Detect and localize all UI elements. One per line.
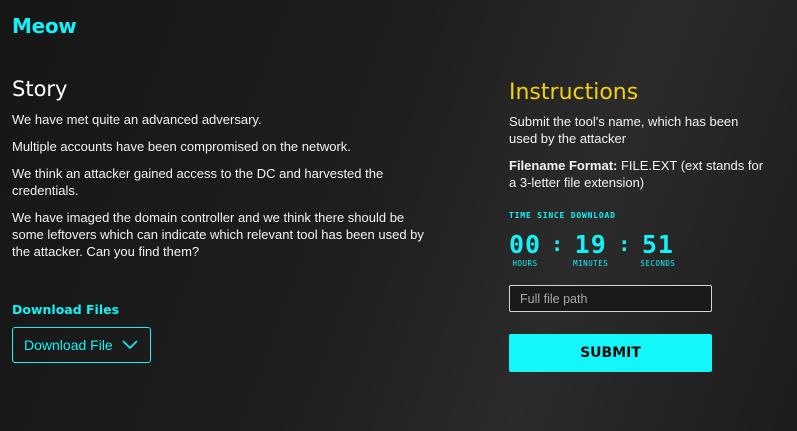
timer-separator: : [551,232,564,256]
timer-seconds: 51 Seconds [640,231,675,268]
timer-minutes: 19 Minutes [573,231,608,268]
submit-button[interactable]: SUBMIT [509,334,712,372]
app-title: Meow [12,14,77,38]
timer-separator: : [618,232,631,256]
download-files-label: Download Files [12,302,120,317]
timer-minutes-value: 19 [574,230,607,259]
instructions-section: Instructions Submit the tool's name, whi… [509,80,769,201]
timer-label: Time since download [509,211,616,220]
timer-seconds-value: 51 [641,230,674,259]
download-file-dropdown[interactable]: Download File [12,327,151,363]
filename-format: Filename Format: FILE.EXT (ext stands fo… [509,157,769,191]
chevron-down-icon [122,340,138,349]
story-paragraph: We have met quite an advanced adversary. [12,112,262,127]
filename-format-label: Filename Format: [509,158,618,173]
story-title: Story [12,77,68,101]
timer-minutes-label: Minutes [573,259,609,268]
story-paragraph: We have imaged the domain controller and… [12,210,424,259]
timer-hours-value: 00 [509,230,542,259]
story-section: Story We have met quite an advanced adve… [12,77,432,270]
instructions-text: Submit the tool's name, which has been u… [509,114,739,146]
instructions-title: Instructions [509,80,639,105]
story-paragraph: We think an attacker gained access to th… [12,166,384,198]
timer-hours-label: Hours [512,259,538,268]
timer-hours: 00 Hours [509,231,541,268]
timer-seconds-label: Seconds [640,259,676,268]
download-file-label: Download File [24,337,113,353]
story-paragraph: Multiple accounts have been compromised … [12,139,351,154]
download-timer: 00 Hours : 19 Minutes : 51 Seconds [509,231,675,268]
file-path-input[interactable] [509,285,712,312]
